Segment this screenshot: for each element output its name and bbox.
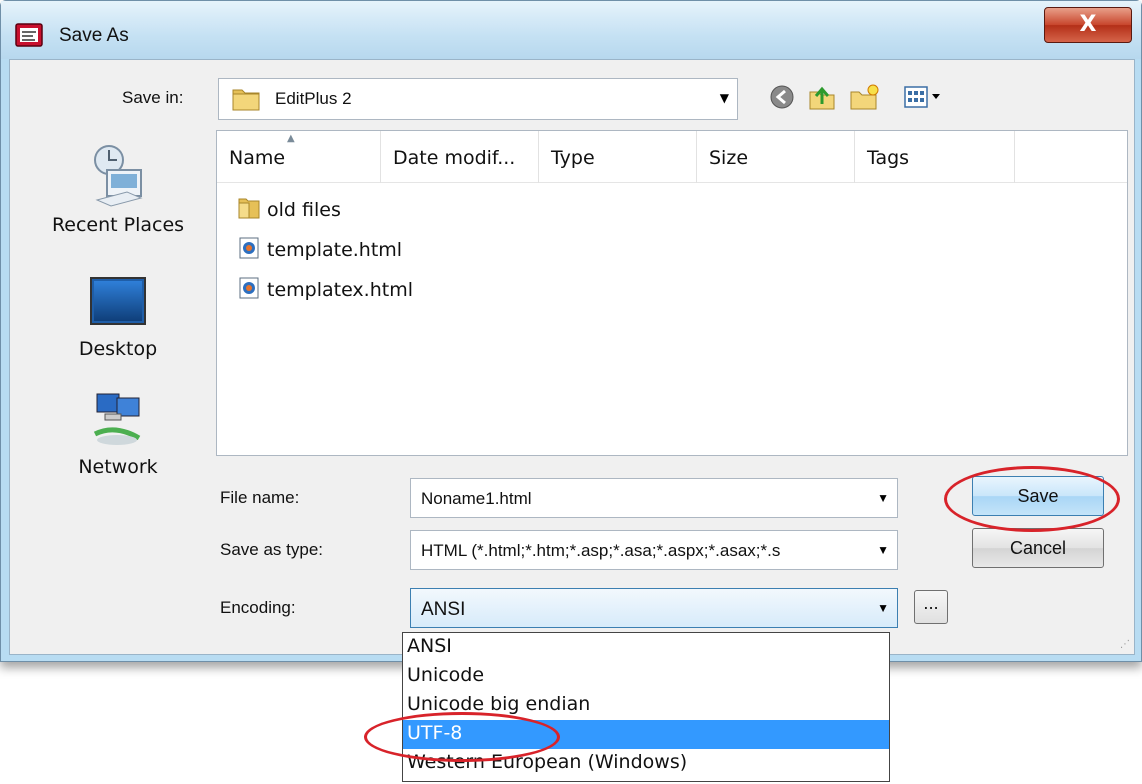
place-recent-places[interactable]: Recent Places	[28, 140, 208, 236]
desktop-icon	[90, 277, 146, 325]
new-folder-icon[interactable]	[848, 82, 880, 112]
encoding-option-western-european[interactable]: Western European (Windows)	[403, 749, 889, 778]
place-label: Recent Places	[51, 214, 185, 236]
encoding-value: ANSI	[421, 599, 466, 620]
save-as-type-label: Save as type:	[220, 540, 324, 559]
place-label: Desktop	[78, 338, 158, 360]
column-header-type[interactable]: Type	[539, 131, 697, 183]
editplus-app-icon	[15, 23, 43, 47]
file-name: template.html	[267, 239, 403, 261]
views-icon[interactable]	[902, 82, 944, 112]
recent-places-icon	[94, 145, 143, 207]
html-file-icon	[239, 277, 259, 299]
place-network[interactable]: Network	[28, 390, 208, 478]
save-button[interactable]: Save	[972, 476, 1104, 516]
encoding-options-button[interactable]: ...	[914, 590, 948, 624]
encoding-dropdown[interactable]: ANSI ▼	[410, 588, 898, 628]
column-header-tags[interactable]: Tags	[855, 131, 1015, 183]
html-file-icon	[239, 237, 259, 259]
encoding-dropdown-list[interactable]: ANSI Unicode Unicode big endian UTF-8 We…	[402, 632, 890, 782]
chevron-down-icon: ▼	[877, 543, 889, 557]
chevron-down-icon[interactable]: ▼	[877, 491, 889, 505]
folder-icon	[238, 198, 260, 219]
title-bar[interactable]: Save As X	[1, 1, 1141, 59]
dialog-client: Save in: EditPlus 2 ▼ Recent Places Desk…	[9, 59, 1135, 655]
file-row[interactable]: templatex.html	[237, 271, 477, 309]
place-label: Network	[78, 456, 158, 478]
file-name-value: Noname1.html	[421, 489, 532, 508]
save-as-dialog: Save As X Save in: EditPlus 2 ▼ Recent P…	[0, 0, 1142, 662]
encoding-label: Encoding:	[220, 598, 296, 617]
ellipsis-icon: ...	[923, 594, 939, 613]
encoding-option-unicode[interactable]: Unicode	[403, 662, 889, 691]
encoding-option-ansi[interactable]: ANSI	[403, 633, 889, 662]
column-header-date-modified[interactable]: Date modif...	[381, 131, 539, 183]
folder-icon	[232, 89, 260, 111]
network-icon	[93, 393, 141, 445]
close-icon: X	[1079, 12, 1097, 37]
save-as-type-dropdown[interactable]: HTML (*.html;*.htm;*.asp;*.asa;*.aspx;*.…	[410, 530, 898, 570]
file-row[interactable]: old files	[237, 191, 437, 229]
file-list-header: ▲ Name Date modif... Type Size Tags	[217, 131, 1127, 183]
column-header-size[interactable]: Size	[697, 131, 855, 183]
save-in-dropdown[interactable]: EditPlus 2 ▼	[218, 78, 738, 120]
place-desktop[interactable]: Desktop	[28, 272, 208, 360]
file-name: old files	[267, 199, 341, 221]
save-in-label: Save in:	[122, 88, 184, 107]
file-row[interactable]: template.html	[237, 231, 477, 269]
resize-grip-icon[interactable]: ⋰	[1120, 639, 1130, 650]
encoding-option-unicode-big-endian[interactable]: Unicode big endian	[403, 691, 889, 720]
file-name-label: File name:	[220, 488, 300, 507]
chevron-down-icon: ▼	[719, 91, 729, 105]
window-title: Save As	[59, 25, 129, 46]
up-folder-icon[interactable]	[806, 82, 838, 112]
file-name: templatex.html	[267, 279, 413, 301]
close-button[interactable]: X	[1044, 7, 1132, 43]
cancel-button[interactable]: Cancel	[972, 528, 1104, 568]
encoding-option-utf-8[interactable]: UTF-8	[403, 720, 889, 749]
file-list[interactable]: ▲ Name Date modif... Type Size Tags old …	[216, 130, 1128, 456]
back-icon[interactable]	[766, 82, 798, 112]
save-in-value: EditPlus 2	[275, 89, 352, 108]
sort-ascending-icon: ▲	[287, 133, 295, 144]
chevron-down-icon: ▼	[877, 601, 889, 615]
save-as-type-value: HTML (*.html;*.htm;*.asp;*.asa;*.aspx;*.…	[421, 541, 781, 560]
file-name-field[interactable]: Noname1.html ▼	[410, 478, 898, 518]
column-header-name[interactable]: ▲ Name	[217, 131, 381, 183]
